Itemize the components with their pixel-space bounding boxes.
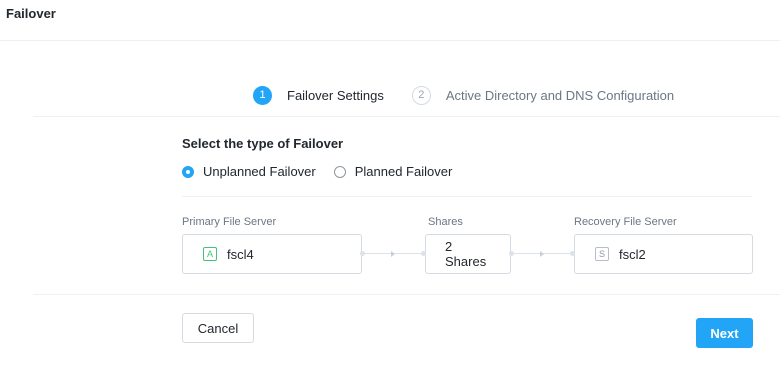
step-number-2: 2 [411, 85, 431, 105]
step-ad-dns-configuration[interactable]: 2 Active Directory and DNS Configuration [411, 85, 675, 105]
next-button[interactable]: Next [696, 318, 753, 348]
connector-dot [509, 251, 514, 256]
step-number-1: 1 [253, 85, 272, 105]
active-site-badge-icon: A [203, 247, 217, 261]
wizard-stepper: 1 Failover Settings 2 Active Directory a… [253, 85, 674, 105]
form-divider [182, 196, 752, 197]
step-label-1: Failover Settings [287, 87, 384, 103]
recovery-file-server-value: fscl2 [619, 246, 646, 262]
radio-unchecked-icon[interactable] [333, 165, 346, 178]
step-failover-settings[interactable]: 1 Failover Settings [253, 85, 384, 105]
footer-divider [33, 294, 780, 295]
shares-label: Shares [428, 216, 463, 228]
radio-label-planned: Planned Failover [354, 164, 453, 179]
radio-unplanned-failover[interactable]: Unplanned Failover [182, 164, 316, 179]
shares-box: 2 Shares [425, 234, 511, 274]
failover-type-radio-group: Unplanned Failover Planned Failover [182, 164, 452, 179]
primary-file-server-box: A fscl4 [182, 234, 362, 274]
primary-file-server-label: Primary File Server [182, 216, 277, 228]
cancel-button[interactable]: Cancel [182, 313, 254, 343]
radio-planned-failover[interactable]: Planned Failover [333, 164, 453, 179]
shares-count: 2 [445, 239, 453, 254]
arrow-right-icon [391, 251, 395, 257]
radio-label-unplanned: Unplanned Failover [203, 164, 316, 179]
shares-value: 2 Shares [445, 239, 486, 269]
radio-checked-icon[interactable] [182, 165, 194, 178]
standby-site-badge-icon: S [595, 247, 609, 261]
failover-type-title: Select the type of Failover [182, 136, 344, 151]
step-label-2: Active Directory and DNS Configuration [445, 87, 675, 103]
connector-dot [570, 251, 575, 256]
recovery-file-server-label: Recovery File Server [574, 216, 677, 228]
header-divider [0, 40, 780, 41]
stepper-divider [33, 116, 780, 117]
connector-dot [421, 251, 426, 256]
primary-file-server-value: fscl4 [227, 246, 254, 262]
recovery-file-server-box: S fscl2 [574, 234, 753, 274]
shares-unit: Shares [445, 254, 487, 269]
page-title: Failover [6, 6, 56, 21]
connector-dot [360, 251, 365, 256]
arrow-right-icon [540, 251, 544, 257]
